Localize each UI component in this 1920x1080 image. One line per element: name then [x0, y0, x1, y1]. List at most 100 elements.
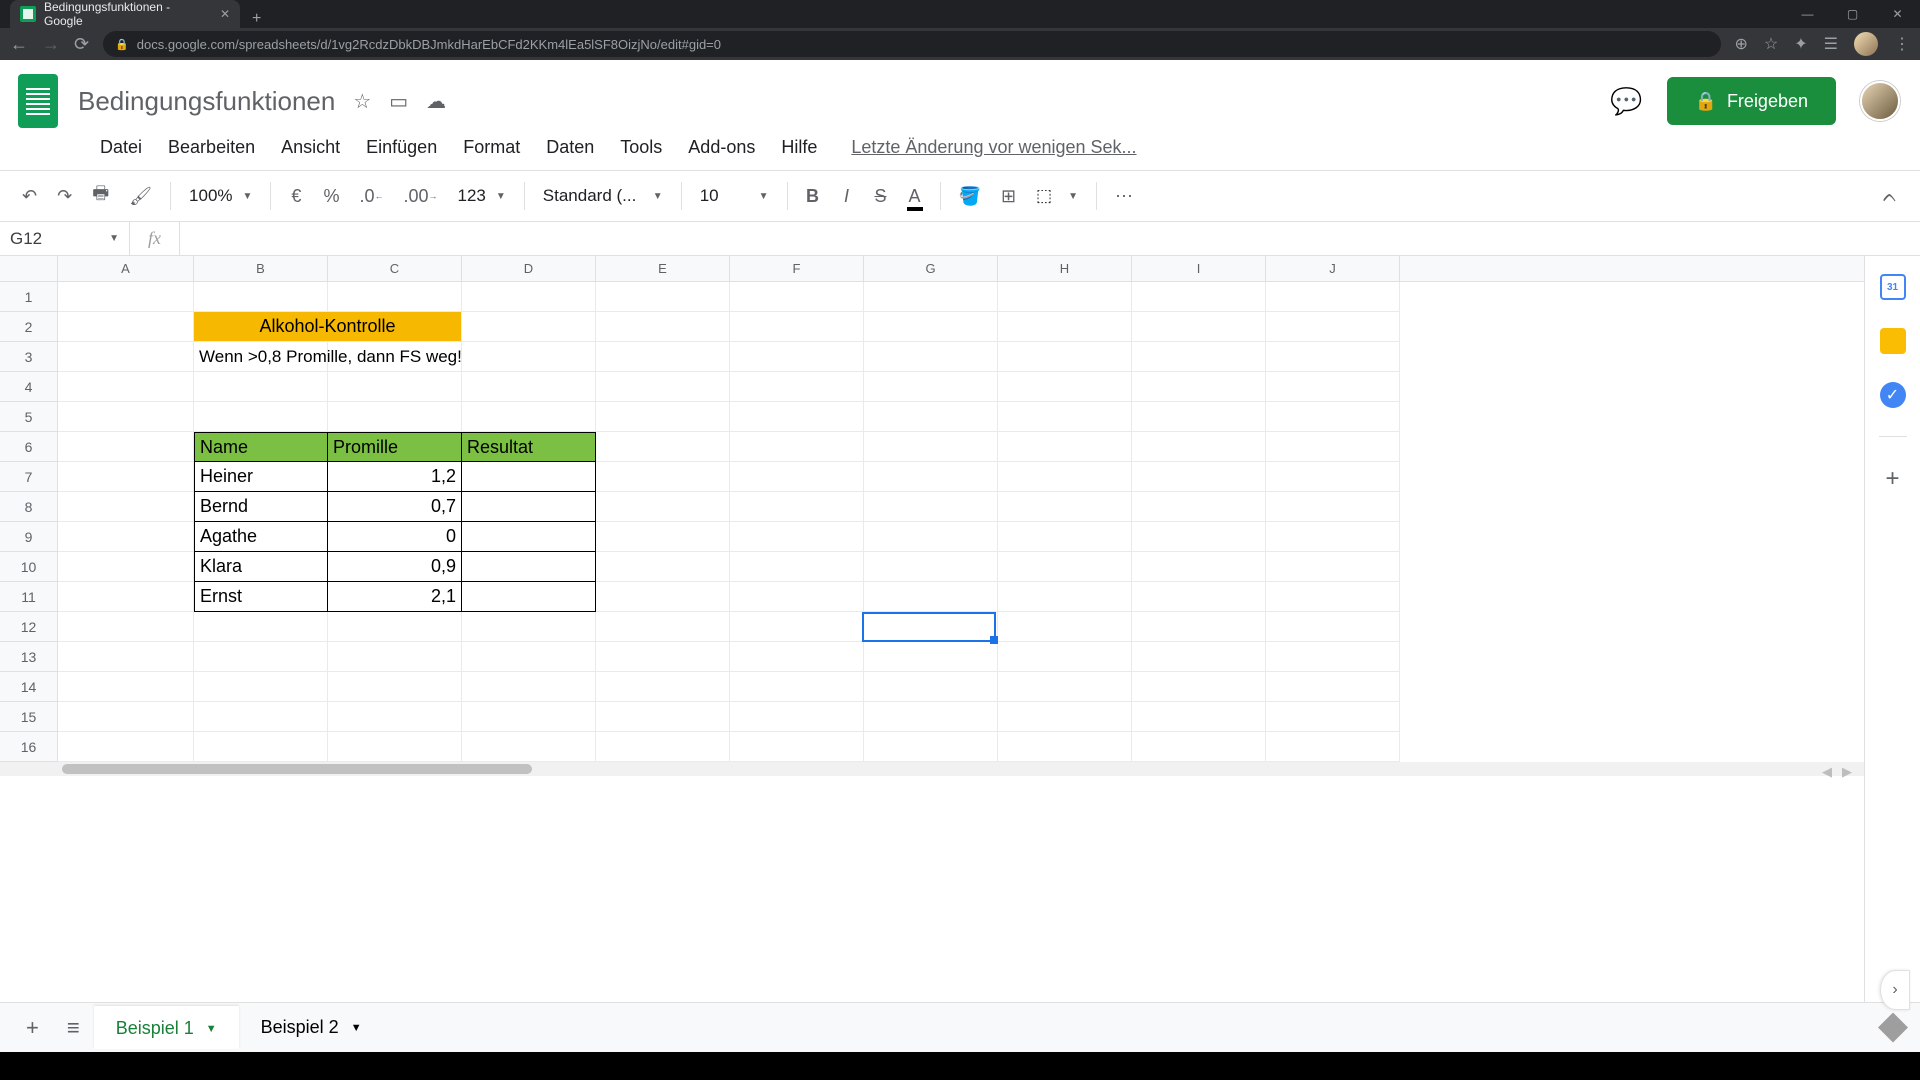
hide-side-panel-button[interactable]: › [1880, 970, 1910, 1010]
row-header[interactable]: 12 [0, 612, 58, 642]
row-header[interactable]: 14 [0, 672, 58, 702]
cell-name[interactable]: Klara [194, 552, 328, 582]
comments-icon[interactable]: 💬 [1610, 86, 1642, 117]
col-header-a[interactable]: A [58, 256, 194, 281]
extensions-icon[interactable]: ✦ [1794, 34, 1807, 54]
select-all-corner[interactable] [0, 256, 58, 282]
decimal-decrease-button[interactable]: .0← [351, 179, 391, 213]
spreadsheet-grid[interactable]: A B C D E F G H I J 1 2 Alkohol-Kontroll… [0, 256, 1864, 1002]
decimal-increase-button[interactable]: .00→ [395, 179, 445, 213]
italic-button[interactable]: I [832, 179, 862, 213]
collapse-toolbar-button[interactable]: ᨈ [1875, 179, 1906, 213]
chevron-down-icon[interactable]: ▼ [206, 1023, 217, 1035]
col-header-b[interactable]: B [194, 256, 328, 281]
menu-daten[interactable]: Daten [534, 131, 606, 164]
row-header[interactable]: 10 [0, 552, 58, 582]
cell-rule[interactable]: Wenn >0,8 Promille, dann FS weg! [194, 342, 328, 372]
browser-tab[interactable]: Bedingungsfunktionen - Google ✕ [10, 0, 240, 28]
cell-header-promille[interactable]: Promille [328, 432, 462, 462]
bold-button[interactable]: B [798, 179, 828, 213]
cell-name[interactable]: Ernst [194, 582, 328, 612]
row-header[interactable]: 6 [0, 432, 58, 462]
new-tab-button[interactable]: + [240, 10, 273, 28]
col-header-g[interactable]: G [864, 256, 998, 281]
share-button[interactable]: 🔒 Freigeben [1667, 77, 1836, 125]
row-header[interactable]: 11 [0, 582, 58, 612]
last-edit-link[interactable]: Letzte Änderung vor wenigen Sek... [851, 137, 1136, 158]
menu-ansicht[interactable]: Ansicht [269, 131, 352, 164]
print-button[interactable]: 🖶 [84, 179, 117, 213]
cell-resultat[interactable] [462, 582, 596, 612]
borders-button[interactable]: ⊞ [993, 179, 1024, 213]
col-header-f[interactable]: F [730, 256, 864, 281]
profile-avatar[interactable] [1854, 32, 1878, 56]
forward-button[interactable]: → [42, 34, 60, 55]
star-icon[interactable]: ☆ [1764, 34, 1778, 54]
cell-name[interactable]: Agathe [194, 522, 328, 552]
cell-name[interactable]: Heiner [194, 462, 328, 492]
sheet-tab-beispiel-2[interactable]: Beispiel 2▼ [239, 1007, 384, 1048]
row-header[interactable]: 4 [0, 372, 58, 402]
menu-hilfe[interactable]: Hilfe [769, 131, 829, 164]
col-header-h[interactable]: H [998, 256, 1132, 281]
cell-resultat[interactable] [462, 552, 596, 582]
scroll-left-icon[interactable]: ◀ [1818, 760, 1836, 784]
row-header[interactable]: 7 [0, 462, 58, 492]
sheets-logo[interactable] [12, 66, 64, 136]
strike-button[interactable]: S [866, 179, 896, 213]
row-header[interactable]: 15 [0, 702, 58, 732]
row-header[interactable]: 5 [0, 402, 58, 432]
cell-promille[interactable]: 0,9 [328, 552, 462, 582]
account-avatar[interactable] [1860, 81, 1900, 121]
row-header[interactable]: 3 [0, 342, 58, 372]
reload-button[interactable]: ⟳ [74, 34, 89, 55]
row-header[interactable]: 13 [0, 642, 58, 672]
redo-button[interactable]: ↷ [49, 179, 80, 213]
address-bar[interactable]: 🔒 docs.google.com/spreadsheets/d/1vg2Rcd… [103, 31, 1720, 57]
document-title[interactable]: Bedingungsfunktionen [74, 84, 339, 119]
fill-color-button[interactable]: 🪣 [951, 179, 989, 213]
number-format-select[interactable]: 123▼ [450, 182, 514, 210]
row-header[interactable]: 9 [0, 522, 58, 552]
merge-button[interactable]: ⬚▼ [1028, 182, 1086, 210]
cloud-status-icon[interactable]: ☁ [426, 89, 446, 114]
cell-promille[interactable]: 1,2 [328, 462, 462, 492]
percent-button[interactable]: % [315, 179, 347, 213]
col-header-i[interactable]: I [1132, 256, 1266, 281]
menu-format[interactable]: Format [451, 131, 532, 164]
calendar-addon-icon[interactable]: 31 [1880, 274, 1906, 300]
col-header-e[interactable]: E [596, 256, 730, 281]
col-header-c[interactable]: C [328, 256, 462, 281]
sheet-tab-beispiel-1[interactable]: Beispiel 1▼ [94, 1006, 239, 1049]
keep-addon-icon[interactable] [1880, 328, 1906, 354]
horizontal-scrollbar[interactable]: ◀ ▶ [0, 762, 1864, 776]
row-header[interactable]: 1 [0, 282, 58, 312]
move-doc-icon[interactable]: ▭ [389, 89, 408, 114]
menu-datei[interactable]: Datei [88, 131, 154, 164]
row-header[interactable]: 2 [0, 312, 58, 342]
scroll-right-icon[interactable]: ▶ [1838, 760, 1856, 784]
cell-promille[interactable]: 0 [328, 522, 462, 552]
close-tab-icon[interactable]: ✕ [220, 7, 230, 21]
back-button[interactable]: ← [10, 34, 28, 55]
cell-header-resultat[interactable]: Resultat [462, 432, 596, 462]
add-sheet-button[interactable]: + [12, 1007, 53, 1049]
text-color-button[interactable]: A [900, 179, 930, 213]
cell-resultat[interactable] [462, 522, 596, 552]
formula-input[interactable] [180, 222, 1920, 255]
tasks-addon-icon[interactable]: ✓ [1880, 382, 1906, 408]
cell-name[interactable]: Bernd [194, 492, 328, 522]
get-addons-icon[interactable]: + [1885, 465, 1899, 493]
cell-promille[interactable]: 0,7 [328, 492, 462, 522]
more-toolbar-button[interactable]: ⋯ [1107, 179, 1141, 213]
row-header[interactable]: 16 [0, 732, 58, 762]
zoom-icon[interactable]: ⊕ [1735, 34, 1748, 54]
zoom-select[interactable]: 100%▼ [181, 182, 260, 210]
cell-resultat[interactable] [462, 492, 596, 522]
undo-button[interactable]: ↶ [14, 179, 45, 213]
chrome-menu-icon[interactable]: ⋮ [1894, 34, 1910, 54]
row-header[interactable]: 8 [0, 492, 58, 522]
explore-button[interactable] [1878, 1013, 1908, 1043]
menu-einfuegen[interactable]: Einfügen [354, 131, 449, 164]
font-select[interactable]: Standard (...▼ [535, 182, 671, 210]
